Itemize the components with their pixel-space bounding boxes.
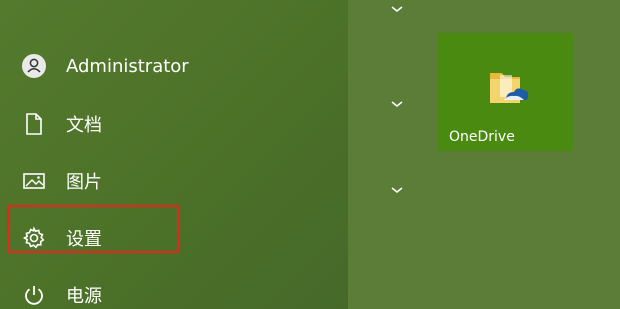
chevron-down-icon[interactable] — [388, 3, 406, 15]
documents-item[interactable]: 文档 — [14, 102, 324, 146]
power-icon — [14, 283, 54, 307]
user-account-label: Administrator — [66, 55, 189, 77]
onedrive-tile[interactable]: OneDrive — [438, 33, 573, 151]
user-avatar-icon — [14, 53, 54, 79]
pictures-label: 图片 — [66, 172, 102, 193]
start-menu: Administrator 文档 图片 设置 电源 OneDrive — [0, 0, 620, 309]
picture-icon — [14, 171, 54, 191]
chevron-down-icon[interactable] — [388, 184, 406, 196]
power-item[interactable]: 电源 — [14, 273, 324, 309]
user-account-item[interactable]: Administrator — [14, 44, 324, 88]
pictures-item[interactable]: 图片 — [14, 159, 324, 203]
onedrive-tile-label: OneDrive — [449, 129, 515, 145]
power-label: 电源 — [66, 286, 102, 307]
document-icon — [14, 112, 54, 136]
documents-label: 文档 — [66, 115, 102, 136]
onedrive-folder-icon — [486, 67, 530, 107]
chevron-down-icon[interactable] — [388, 98, 406, 110]
settings-highlight-box — [7, 205, 179, 253]
